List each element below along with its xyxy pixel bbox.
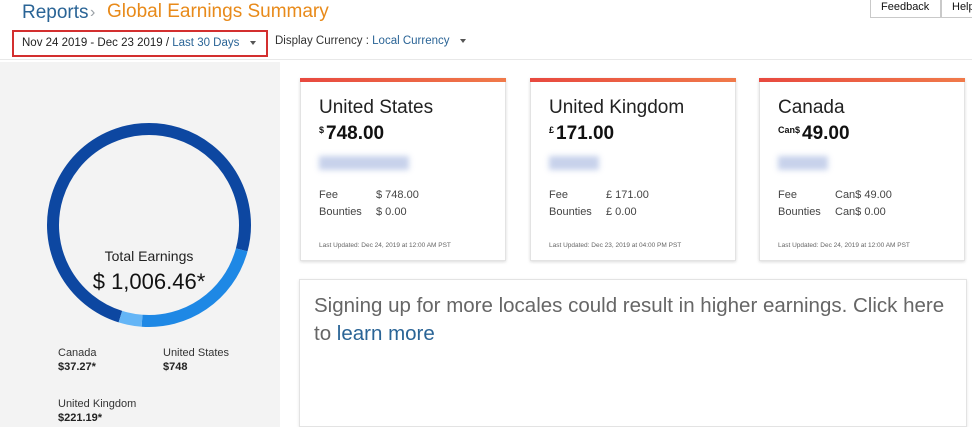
page-title: Global Earnings Summary: [107, 1, 329, 22]
locale-card-united-kingdom[interactable]: United Kingdom £171.00 Fee £ 171.00 Bount…: [530, 78, 736, 261]
amount-value: 171.00: [556, 123, 615, 144]
breadcrumb-reports-link[interactable]: Reports: [22, 2, 89, 24]
amount-value: 748.00: [326, 123, 385, 144]
currency-label: Display Currency :: [275, 35, 369, 47]
bounties-label: Bounties: [319, 206, 362, 218]
legend-value: $748: [163, 361, 188, 373]
bounties-value: $ 0.00: [376, 206, 407, 218]
help-button[interactable]: Help: [941, 0, 972, 18]
chevron-down-icon: [249, 40, 256, 45]
header-bar: Reports › Global Earnings Summary Feedba…: [0, 0, 972, 28]
date-range-dropdown[interactable]: Nov 24 2019 - Dec 23 2019 / Last 30 Days: [12, 30, 268, 57]
feedback-button[interactable]: Feedback: [870, 0, 941, 18]
filter-bar: Nov 24 2019 - Dec 23 2019 / Last 30 Days…: [0, 28, 972, 60]
chevron-down-icon[interactable]: [459, 38, 466, 43]
bounties-row: Bounties £ 0.00: [549, 206, 637, 218]
legend-item-canada: Canada $37.27*: [58, 346, 97, 374]
redacted-tracking-id: [549, 156, 599, 170]
fee-label: Fee: [549, 189, 568, 201]
locale-name: United States: [319, 97, 434, 118]
currency-symbol: $: [319, 125, 325, 135]
fee-value: $ 748.00: [376, 189, 419, 201]
fee-value: £ 171.00: [606, 189, 649, 201]
locale-amount: Can$ 49.00: [778, 123, 850, 145]
total-earnings-label: Total Earnings: [104, 248, 194, 264]
legend-value: $37.27*: [58, 361, 96, 373]
locale-amount: $748.00: [319, 123, 384, 145]
locale-amount: £171.00: [549, 123, 614, 145]
locale-card-united-states[interactable]: United States $748.00 Fee $ 748.00 Bounti…: [300, 78, 506, 261]
total-earnings-value: $ 1,006.46*: [92, 269, 206, 294]
redacted-tracking-id: [778, 156, 828, 170]
date-separator: /: [165, 37, 170, 49]
donut-slice-canada: [47, 123, 251, 327]
fee-label: Fee: [778, 189, 797, 201]
display-currency-selector: Display Currency : Local Currency: [275, 35, 466, 47]
redacted-tracking-id: [319, 156, 409, 170]
bounties-row: Bounties Can$ 0.00: [778, 206, 886, 218]
promo-panel: Signing up for more locales could result…: [299, 279, 967, 427]
breadcrumb-separator: ›: [90, 4, 96, 21]
bounties-value: Can$ 0.00: [835, 206, 886, 218]
earnings-donut-chart: [44, 120, 254, 330]
learn-more-link[interactable]: learn more: [337, 322, 435, 345]
last-updated-text: Last Updated: Dec 23, 2019 at 04:00 PM P…: [549, 242, 682, 249]
bounties-label: Bounties: [778, 206, 821, 218]
legend-value: $221.19*: [58, 412, 103, 424]
donut-slice-united-states: [47, 123, 251, 327]
legend-item-united-states: United States $748: [163, 346, 229, 374]
last-updated-text: Last Updated: Dec 24, 2019 at 12:00 AM P…: [319, 242, 451, 249]
bounties-row: Bounties $ 0.00: [319, 206, 407, 218]
fee-value: Can$ 49.00: [835, 189, 892, 201]
locale-name: Canada: [778, 97, 845, 118]
donut-svg: [47, 123, 251, 327]
legend-label: United Kingdom: [58, 398, 137, 410]
currency-symbol: £: [549, 125, 555, 135]
fee-row: Fee Can$ 49.00: [778, 189, 892, 201]
bounties-value: £ 0.00: [606, 206, 637, 218]
fee-label: Fee: [319, 189, 338, 201]
legend-item-united-kingdom: United Kingdom $221.19*: [58, 397, 136, 425]
bounties-label: Bounties: [549, 206, 592, 218]
fee-row: Fee £ 171.00: [549, 189, 649, 201]
donut-slice-united-kingdom: [47, 123, 251, 327]
earnings-summary-panel: Total Earnings $ 1,006.46* Canada $37.27…: [0, 62, 280, 427]
date-range-text: Nov 24 2019 - Dec 23 2019: [22, 37, 163, 49]
currency-dropdown[interactable]: Local Currency: [372, 35, 449, 47]
fee-row: Fee $ 748.00: [319, 189, 419, 201]
last-updated-text: Last Updated: Dec 24, 2019 at 12:00 AM P…: [778, 242, 910, 249]
locale-name: United Kingdom: [549, 97, 685, 118]
promo-message: Signing up for more locales could result…: [314, 292, 954, 348]
date-preset-link[interactable]: Last 30 Days: [172, 37, 239, 49]
legend-label: Canada: [58, 347, 97, 359]
amount-value: 49.00: [802, 123, 850, 144]
legend-label: United States: [163, 347, 230, 359]
locale-card-canada[interactable]: Canada Can$ 49.00 Fee Can$ 49.00 Bounties C…: [759, 78, 965, 261]
currency-symbol: Can$: [778, 125, 801, 135]
